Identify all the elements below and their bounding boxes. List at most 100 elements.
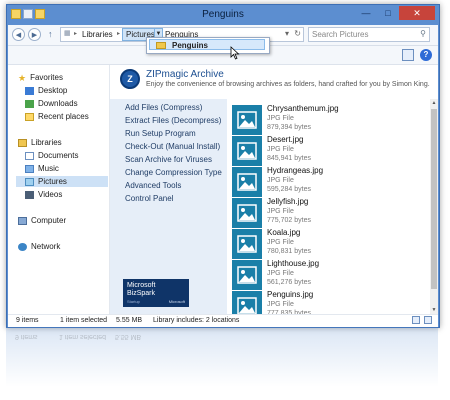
close-button[interactable]: ✕	[399, 6, 435, 20]
nav-item-documents[interactable]: Documents	[25, 150, 78, 161]
file-name: Desert.jpg	[267, 135, 304, 144]
file-size: 595,284 bytes	[267, 186, 311, 193]
cmd-add-files[interactable]: Add Files (Compress)	[125, 103, 202, 112]
nav-libraries[interactable]: Libraries	[18, 137, 62, 148]
scroll-down-icon[interactable]: ▼	[430, 306, 438, 314]
forward-arrow-icon[interactable]: ▶	[28, 28, 41, 41]
large-icons-view-icon[interactable]	[424, 316, 432, 324]
image-file-icon	[232, 260, 262, 290]
image-file-icon	[232, 136, 262, 166]
file-row[interactable]: Jellyfish.jpg JPG File 775,702 bytes	[232, 196, 428, 230]
computer-icon	[18, 216, 27, 225]
network-icon	[18, 242, 27, 251]
refresh-icon[interactable]: ↻	[294, 29, 301, 38]
documents-icon	[25, 151, 34, 160]
cmd-check-out[interactable]: Check-Out (Manual Install)	[125, 142, 220, 151]
content-area: ★ Favorites Desktop Downloads Recent pla…	[8, 65, 438, 314]
file-name: Jellyfish.jpg	[267, 197, 309, 206]
file-name: Lighthouse.jpg	[267, 259, 320, 268]
file-size: 775,702 bytes	[267, 217, 311, 224]
nav-item-desktop[interactable]: Desktop	[25, 85, 67, 96]
nav-item-videos[interactable]: Videos	[25, 189, 62, 200]
search-icon[interactable]: ⚲	[420, 29, 426, 38]
file-size: 845,941 bytes	[267, 155, 311, 162]
cmd-scan-viruses[interactable]: Scan Archive for Viruses	[125, 155, 212, 164]
maximize-button[interactable]: □	[377, 6, 399, 20]
nav-item-music[interactable]: Music	[25, 163, 59, 174]
window-reflection: 9 items 1 item selected 5.55 MB	[6, 327, 438, 387]
file-type: JPG File	[267, 115, 294, 122]
nav-item-downloads[interactable]: Downloads	[25, 98, 78, 109]
file-name: Penguins.jpg	[267, 290, 314, 299]
file-row[interactable]: Koala.jpg JPG File 780,831 bytes	[232, 227, 428, 261]
file-name: Koala.jpg	[267, 228, 301, 237]
title-bar: Penguins — □ ✕	[7, 5, 439, 25]
chevron-right-icon[interactable]: ▸	[74, 30, 77, 37]
file-name: Hydrangeas.jpg	[267, 166, 324, 175]
back-arrow-icon[interactable]: ◀	[12, 28, 25, 41]
cmd-change-compression[interactable]: Change Compression Type	[125, 168, 222, 177]
cmd-control-panel[interactable]: Control Panel	[125, 194, 173, 203]
up-arrow-icon[interactable]: ↑	[48, 29, 53, 39]
nav-item-recent-places[interactable]: Recent places	[25, 111, 89, 122]
status-library: Library includes: 2 locations	[153, 317, 240, 324]
file-type: JPG File	[267, 239, 294, 246]
nav-favorites[interactable]: ★ Favorites	[18, 72, 63, 83]
mouse-cursor-icon	[230, 46, 240, 60]
desktop-icon	[25, 86, 34, 95]
nav-network[interactable]: Network	[18, 241, 60, 252]
minimize-button[interactable]: —	[355, 6, 377, 20]
file-size: 879,394 bytes	[267, 124, 311, 131]
status-selected: 1 item selected	[60, 317, 108, 324]
help-icon[interactable]: ?	[420, 49, 432, 61]
file-type: JPG File	[267, 270, 294, 277]
cmd-run-setup[interactable]: Run Setup Program	[125, 129, 196, 138]
dropdown-item-penguins[interactable]: Penguins	[149, 39, 265, 50]
navigation-pane: ★ Favorites Desktop Downloads Recent pla…	[8, 65, 110, 314]
image-file-icon	[232, 105, 262, 135]
file-size: 561,276 bytes	[267, 279, 311, 286]
image-file-icon	[232, 229, 262, 259]
file-size: 780,831 bytes	[267, 248, 311, 255]
status-bar: 9 items 1 item selected 5.55 MB Library …	[8, 314, 438, 327]
zipmagic-title: ZIPmagic Archive	[146, 69, 224, 80]
search-placeholder: Search Pictures	[312, 30, 369, 39]
zipmagic-tagline: Enjoy the convenience of browsing archiv…	[146, 81, 430, 88]
nav-item-pictures[interactable]: Pictures	[16, 176, 108, 187]
status-item-count: 9 items	[16, 317, 39, 324]
file-type: JPG File	[267, 208, 294, 215]
file-row[interactable]: Chrysanthemum.jpg JPG File 879,394 bytes	[232, 103, 428, 137]
file-row[interactable]: Lighthouse.jpg JPG File 561,276 bytes	[232, 258, 428, 292]
file-name: Chrysanthemum.jpg	[267, 104, 339, 113]
cmd-advanced-tools[interactable]: Advanced Tools	[125, 181, 181, 190]
search-input[interactable]: Search Pictures ⚲	[308, 27, 430, 42]
scrollbar-thumb[interactable]	[431, 109, 437, 289]
file-type: JPG File	[267, 146, 294, 153]
cmd-extract-files[interactable]: Extract Files (Decompress)	[125, 116, 221, 125]
chevron-right-icon[interactable]: ▸	[117, 30, 120, 37]
videos-icon	[25, 190, 34, 199]
zipmagic-logo-icon: Z	[120, 69, 140, 89]
breadcrumb-dropdown: Penguins	[146, 37, 270, 54]
music-icon	[25, 164, 34, 173]
address-dropdown-icon[interactable]: ▾	[285, 29, 289, 38]
layout-icon[interactable]	[402, 49, 414, 61]
file-row[interactable]: Hydrangeas.jpg JPG File 595,284 bytes	[232, 165, 428, 199]
details-view-icon[interactable]	[412, 316, 420, 324]
nav-computer[interactable]: Computer	[18, 215, 66, 226]
file-row[interactable]: Penguins.jpg JPG File 777,835 bytes	[232, 289, 428, 314]
scrollbar[interactable]: ▲ ▼	[430, 99, 438, 314]
folder-icon	[156, 42, 166, 49]
file-type: JPG File	[267, 301, 294, 308]
image-file-icon	[232, 167, 262, 197]
file-row[interactable]: Desert.jpg JPG File 845,941 bytes	[232, 134, 428, 168]
zipmagic-panel: Z ZIPmagic Archive Enjoy the convenience…	[110, 65, 438, 314]
bizspark-badge[interactable]: Microsoft BizSpark Startup Microsoft	[123, 279, 189, 307]
scroll-up-icon[interactable]: ▲	[430, 99, 438, 107]
file-type: JPG File	[267, 177, 294, 184]
breadcrumb-libraries[interactable]: Libraries	[82, 30, 113, 39]
pictures-icon	[25, 177, 34, 186]
library-icon: ▦	[64, 30, 71, 37]
file-list: Chrysanthemum.jpg JPG File 879,394 bytes De…	[228, 99, 428, 314]
image-file-icon	[232, 291, 262, 314]
